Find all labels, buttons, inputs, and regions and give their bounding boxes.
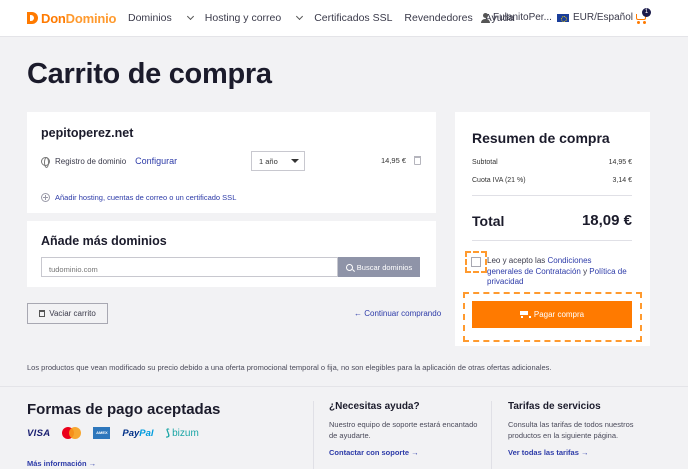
site-logo[interactable]: DonDominio [27, 10, 116, 26]
user-menu[interactable]: FulanitoPer... [481, 12, 552, 23]
add-domains-card: Añade más dominios Buscar dominios [27, 221, 436, 287]
bizum-logo: ⟆ bizum [165, 427, 199, 439]
more-info-link[interactable]: Más información → [27, 459, 96, 468]
plus-circle-icon [41, 193, 50, 202]
cart-count-badge: 1 [642, 8, 651, 17]
order-summary-card: Resumen de compra Subtotal 14,95 € Cuota… [455, 112, 650, 346]
period-select[interactable]: 1 año [251, 151, 305, 171]
cart-item-card: pepitoperez.net Registro de dominio Conf… [27, 112, 436, 213]
subtotal-row: Subtotal 14,95 € [472, 159, 632, 166]
summary-title: Resumen de compra [472, 130, 610, 146]
page-title: Carrito de compra [27, 58, 272, 90]
paypal-logo: PayPal [122, 427, 154, 439]
help-text: Nuestro equipo de soporte estará encanta… [329, 420, 478, 440]
add-domains-title: Añade más dominios [41, 234, 167, 248]
search-icon [345, 263, 353, 271]
nav-item-ssl[interactable]: Certificados SSL [314, 12, 392, 24]
empty-cart-button[interactable]: Vaciar carrito [27, 303, 108, 324]
nav-item-hosting[interactable]: Hosting y correo [205, 12, 304, 24]
bizum-icon: ⟆ [165, 427, 171, 439]
view-rates-link[interactable]: Ver todas las tarifas → [508, 448, 588, 457]
domain-search-input[interactable] [41, 257, 338, 277]
cart-item-price: 14,95 € [381, 156, 407, 165]
total-value: 18,09 € [581, 212, 632, 229]
top-header: DonDominio Dominios Hosting y correo Cer… [0, 0, 688, 37]
trash-icon [39, 310, 46, 317]
search-domains-button[interactable]: Buscar dominios [338, 257, 420, 277]
language-selector[interactable]: EUR/Español [557, 12, 633, 23]
chevron-down-icon [296, 12, 304, 21]
divider [0, 386, 688, 387]
user-icon [481, 12, 490, 23]
rates-title: Tarifas de servicios [508, 401, 601, 412]
terms-text: Leo y acepto las Condiciones generales d… [487, 256, 627, 286]
amex-logo: AMEX [93, 427, 111, 439]
caret-down-icon [291, 159, 299, 163]
cart-icon [519, 311, 531, 318]
main-nav: Dominios Hosting y correo Certificados S… [128, 12, 526, 24]
help-title: ¿Necesitas ayuda? [329, 401, 420, 412]
payment-methods-title: Formas de pago aceptadas [27, 401, 221, 418]
total-row: Total 18,09 € [472, 212, 632, 229]
divider [313, 401, 314, 469]
eu-flag-icon [557, 13, 569, 22]
pay-button[interactable]: Pagar compra [472, 301, 632, 328]
tax-row: Cuota IVA (21 %) 3,14 € [472, 177, 632, 184]
rates-text: Consulta las tarifas de todos nuestros p… [508, 420, 634, 440]
nav-item-dominios[interactable]: Dominios [128, 12, 194, 24]
mastercard-logo [62, 427, 82, 439]
accept-terms-checkbox[interactable] [471, 257, 481, 267]
logo-icon [27, 12, 38, 24]
contact-support-link[interactable]: Contactar con soporte → [329, 448, 419, 457]
continue-shopping-link[interactable]: ← Continuar comprando [354, 309, 441, 318]
nav-item-revendedores[interactable]: Revendedores [404, 12, 472, 24]
cart-item-domain: pepitoperez.net [41, 126, 134, 140]
cart-item-type: Registro de dominio [55, 156, 127, 166]
add-services-link[interactable]: Añadir hosting, cuentas de correo o un c… [41, 193, 236, 202]
divider [491, 401, 492, 469]
delete-item-icon[interactable] [414, 156, 421, 165]
divider [472, 240, 632, 241]
payment-logos: VISA AMEX PayPal ⟆ bizum [27, 427, 199, 439]
globe-icon [41, 156, 50, 168]
promo-note: Los productos que vean modificado su pre… [27, 363, 552, 372]
chevron-down-icon [186, 12, 194, 21]
cart-button[interactable]: 1 [635, 8, 651, 25]
divider [472, 195, 632, 196]
visa-logo: VISA [27, 427, 51, 439]
configure-link[interactable]: Configurar [135, 156, 177, 166]
